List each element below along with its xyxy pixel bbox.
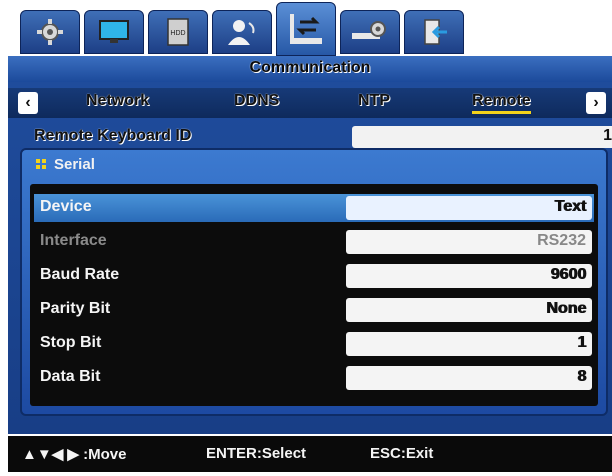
baud-rate-field[interactable]: 9600	[346, 264, 592, 288]
top-tab-bar: HDD	[8, 0, 612, 56]
serial-settings-list: Device Text Interface RS232 Baud Rate 96…	[30, 184, 598, 406]
interface-label: Interface	[40, 232, 107, 249]
hdd-icon: HDD	[167, 18, 189, 46]
parity-bit-row[interactable]: Parity Bit None	[34, 296, 594, 324]
chevron-left-icon: ‹	[25, 94, 31, 111]
interface-value: RS232	[537, 232, 586, 249]
data-bit-value: 8	[577, 368, 586, 385]
tab-user[interactable]	[212, 10, 272, 54]
user-icon	[228, 20, 255, 45]
remote-keyboard-id-field[interactable]: 1	[352, 126, 612, 148]
tab-exit[interactable]	[404, 10, 464, 54]
device-label: Device	[40, 198, 92, 215]
remote-keyboard-id-value: 1	[603, 127, 612, 144]
interface-row: Interface RS232	[34, 228, 594, 256]
select-hint: ENTER:Select	[206, 445, 307, 462]
grid-dots-icon	[36, 159, 48, 171]
network-communication-icon	[290, 14, 322, 44]
baud-rate-value: 9600	[550, 266, 586, 283]
parity-bit-field[interactable]: None	[346, 298, 592, 322]
data-bit-row[interactable]: Data Bit 8	[34, 364, 594, 392]
tab-ddns[interactable]: DDNS	[234, 92, 279, 110]
tab-system[interactable]	[20, 10, 80, 54]
remote-keyboard-label: Remote Keyboard ID	[34, 127, 192, 144]
remote-keyboard-row[interactable]: Remote Keyboard ID 1	[24, 126, 612, 150]
page-title: Communication	[249, 59, 371, 76]
prev-tab-button[interactable]: ‹	[18, 92, 38, 114]
next-tab-button[interactable]: ›	[586, 92, 606, 114]
status-bar: ▲▼◀ ▶ :Move ENTER:Select ESC:Exit	[8, 436, 612, 472]
tab-communication[interactable]	[276, 2, 336, 56]
interface-field: RS232	[346, 230, 592, 254]
tab-display[interactable]	[84, 10, 144, 54]
tab-device[interactable]	[340, 10, 400, 54]
device-field[interactable]: Text	[346, 196, 592, 220]
baud-rate-label: Baud Rate	[40, 266, 120, 283]
data-bit-field[interactable]: 8	[346, 366, 592, 390]
hdd-icon-text: HDD	[170, 30, 185, 37]
parity-bit-value: None	[546, 300, 586, 317]
stop-bit-field[interactable]: 1	[346, 332, 592, 356]
exit-icon	[424, 19, 447, 45]
device-value: Text	[554, 198, 586, 215]
sub-tab-bar: ‹ Network DDNS NTP Remote ›	[8, 88, 612, 118]
dialog-title-text: Serial	[54, 156, 95, 173]
device-settings-icon	[352, 21, 386, 39]
baud-rate-row[interactable]: Baud Rate 9600	[34, 262, 594, 290]
tab-storage[interactable]: HDD	[148, 10, 208, 54]
data-bit-label: Data Bit	[40, 368, 101, 385]
stop-bit-row[interactable]: Stop Bit 1	[34, 330, 594, 358]
title-bar: Communication	[8, 56, 612, 82]
tab-remote[interactable]: Remote	[472, 92, 531, 114]
tab-ntp[interactable]: NTP	[358, 92, 390, 110]
chevron-right-icon: ›	[593, 94, 599, 111]
gear-icon	[37, 19, 63, 45]
parity-bit-label: Parity Bit	[40, 300, 111, 317]
stop-bit-value: 1	[577, 334, 586, 351]
stop-bit-label: Stop Bit	[40, 334, 102, 351]
serial-dialog: Serial Device Text Interface RS232 Baud …	[20, 148, 608, 416]
move-hint: ▲▼◀ ▶ :Move	[22, 446, 127, 463]
device-row[interactable]: Device Text	[34, 194, 594, 222]
tab-network[interactable]: Network	[86, 92, 149, 110]
exit-hint: ESC:Exit	[370, 445, 434, 462]
monitor-icon	[99, 20, 129, 43]
